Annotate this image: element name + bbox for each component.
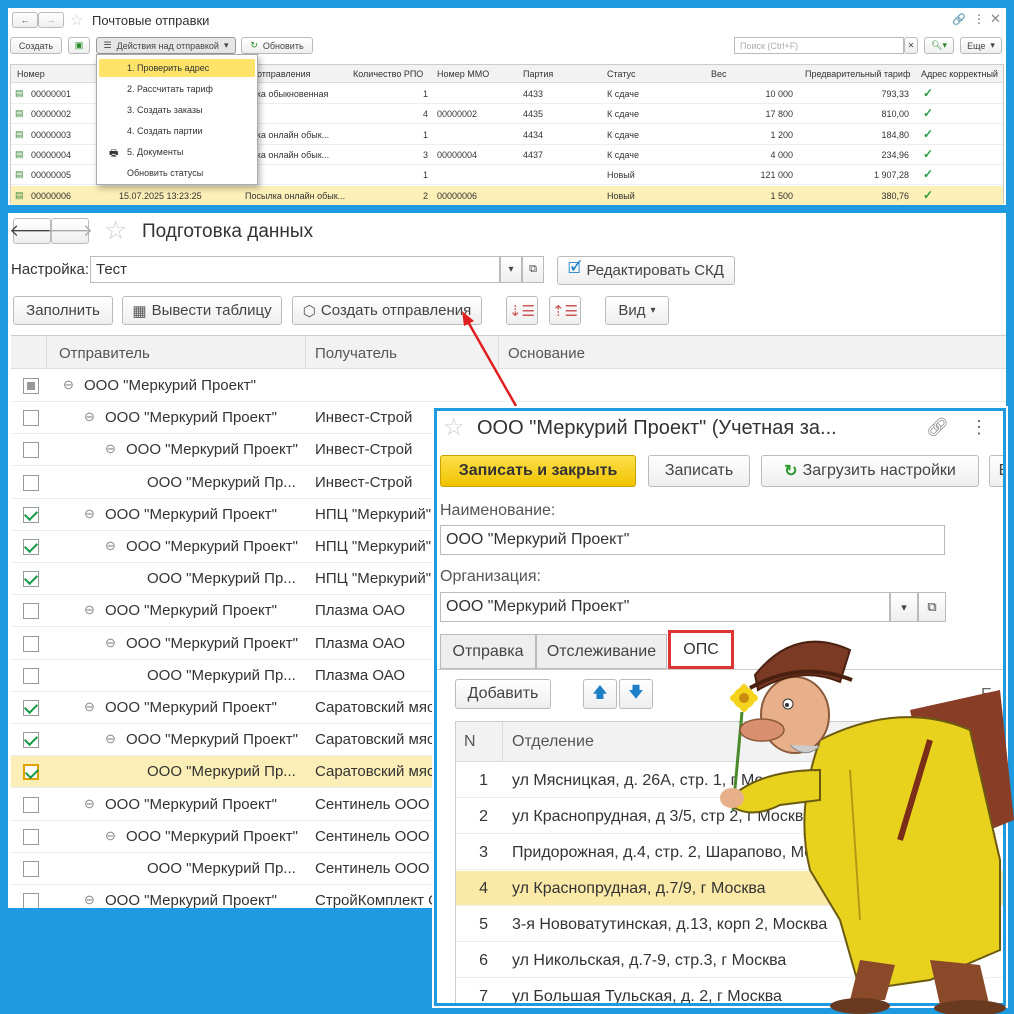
- tab-tracking[interactable]: Отслеживание: [536, 634, 667, 669]
- row-number: 6: [479, 952, 488, 969]
- nose: [739, 718, 785, 742]
- org-label: Организация:: [440, 568, 541, 585]
- move-up-button[interactable]: 🡅: [583, 679, 617, 709]
- save-button[interactable]: Записать: [648, 455, 750, 487]
- yellow-coat: [803, 716, 1001, 992]
- head: [760, 676, 830, 754]
- org-input[interactable]: ООО "Меркурий Проект": [440, 592, 890, 622]
- link-icon[interactable]: 🔗︎: [926, 417, 949, 438]
- more-vertical-icon[interactable]: ⋮: [970, 417, 988, 438]
- window-title: ООО "Меркурий Проект" (Учетная за...: [477, 417, 837, 439]
- org-dropdown-button[interactable]: ▾: [890, 592, 918, 622]
- row-number: 7: [479, 988, 488, 1005]
- col-divider: [502, 722, 503, 762]
- refresh-icon: ↻: [784, 463, 798, 480]
- row-number: 1: [479, 772, 488, 789]
- move-down-button[interactable]: 🡇: [619, 679, 653, 709]
- extra-button[interactable]: Е: [989, 455, 1003, 487]
- tab-sending[interactable]: Отправка: [440, 634, 536, 669]
- add-button[interactable]: Добавить: [455, 679, 551, 709]
- col-header-branch[interactable]: Отделение: [512, 733, 594, 751]
- boot: [830, 998, 890, 1014]
- save-and-close-button[interactable]: Записать и закрыть: [440, 455, 636, 487]
- hand: [720, 788, 744, 808]
- name-input[interactable]: ООО "Меркурий Проект": [440, 525, 945, 555]
- org-open-button[interactable]: ⧉: [918, 592, 946, 622]
- row-number: 2: [479, 808, 488, 825]
- cartoon-character-illustration: [720, 640, 1014, 1014]
- favorite-star-icon[interactable]: ☆: [443, 413, 465, 442]
- name-label: Наименование:: [440, 502, 556, 519]
- col-header-n[interactable]: N: [464, 733, 476, 751]
- row-number: 5: [479, 916, 488, 933]
- load-settings-button[interactable]: ↻ Загрузить настройки: [761, 455, 979, 487]
- row-number: 4: [479, 880, 488, 897]
- row-number: 3: [479, 844, 488, 861]
